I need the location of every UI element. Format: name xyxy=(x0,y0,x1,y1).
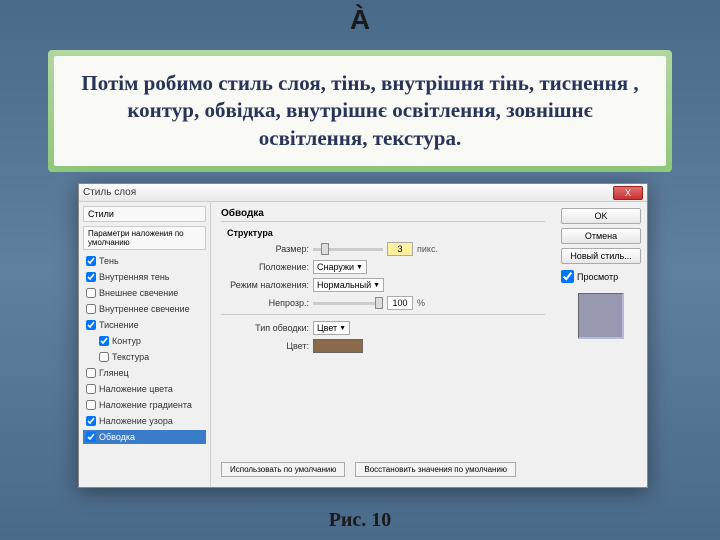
dialog-titlebar: Стиль слоя X xyxy=(79,184,647,202)
checkbox-contour[interactable] xyxy=(99,336,109,346)
group-subtitle: Структура xyxy=(227,228,545,238)
stroke-settings-panel: Обводка Структура Размер: пикс. Положени… xyxy=(211,202,555,487)
preview-thumbnail xyxy=(578,293,624,339)
style-item-bevel[interactable]: Тиснение xyxy=(83,318,206,332)
checkbox-shadow[interactable] xyxy=(86,256,96,266)
chevron-down-icon: ▼ xyxy=(373,282,380,289)
stroke-type-row: Тип обводки: Цвет ▼ xyxy=(221,321,545,335)
checkbox-satin[interactable] xyxy=(86,368,96,378)
style-item-texture[interactable]: Текстура xyxy=(83,350,206,364)
blend-label: Режим наложения: xyxy=(221,280,309,290)
color-swatch[interactable] xyxy=(313,339,363,353)
style-label: Наложение узора xyxy=(99,416,173,426)
slider-thumb-icon[interactable] xyxy=(321,243,329,255)
style-item-inner-glow[interactable]: Внутреннее свечение xyxy=(83,302,206,316)
size-input[interactable] xyxy=(387,242,413,256)
color-label: Цвет: xyxy=(221,341,309,351)
opacity-input[interactable] xyxy=(387,296,413,310)
checkbox-gradient-overlay[interactable] xyxy=(86,400,96,410)
styles-list: Стили Параметри наложения по умолчанию Т… xyxy=(79,202,211,487)
preview-checkbox[interactable] xyxy=(561,270,574,283)
checkbox-pattern-overlay[interactable] xyxy=(86,416,96,426)
blend-dropdown[interactable]: Нормальный ▼ xyxy=(313,278,384,292)
make-default-button[interactable]: Использовать по умолчанию xyxy=(221,462,345,477)
preview-toggle[interactable]: Просмотр xyxy=(561,270,641,283)
opacity-row: Непрозр.: % xyxy=(221,296,545,310)
style-label: Обводка xyxy=(99,432,135,442)
params-header[interactable]: Параметри наложения по умолчанию xyxy=(83,226,206,250)
opacity-unit: % xyxy=(417,298,425,308)
position-label: Положение: xyxy=(221,262,309,272)
position-dropdown[interactable]: Снаружи ▼ xyxy=(313,260,367,274)
dialog-title: Стиль слоя xyxy=(83,187,136,198)
style-label: Наложение цвета xyxy=(99,384,173,394)
checkbox-color-overlay[interactable] xyxy=(86,384,96,394)
style-label: Внутреннее свечение xyxy=(99,304,190,314)
instruction-text: Потім робимо стиль слоя, тінь, внутрішня… xyxy=(74,70,646,152)
size-row: Размер: пикс. xyxy=(221,242,545,256)
reset-default-button[interactable]: Восстановить значения по умолчанию xyxy=(355,462,516,477)
style-item-satin[interactable]: Глянец xyxy=(83,366,206,380)
style-item-color-overlay[interactable]: Наложение цвета xyxy=(83,382,206,396)
style-label: Тень xyxy=(99,256,119,266)
position-row: Положение: Снаружи ▼ xyxy=(221,260,545,274)
style-item-inner-shadow[interactable]: Внутренняя тень xyxy=(83,270,206,284)
instruction-banner: Потім робимо стиль слоя, тінь, внутрішня… xyxy=(48,50,672,172)
opacity-label: Непрозр.: xyxy=(221,298,309,308)
checkbox-inner-shadow[interactable] xyxy=(86,272,96,282)
opacity-slider[interactable] xyxy=(313,302,383,305)
close-button[interactable]: X xyxy=(613,186,643,200)
style-label: Тиснение xyxy=(99,320,139,330)
checkbox-texture[interactable] xyxy=(99,352,109,362)
styles-header: Стили xyxy=(83,206,206,222)
blend-value: Нормальный xyxy=(317,280,371,290)
instruction-panel: Потім робимо стиль слоя, тінь, внутрішня… xyxy=(54,56,666,166)
style-label: Наложение градиента xyxy=(99,400,192,410)
style-label: Внешнее свечение xyxy=(99,288,178,298)
figure-caption: Рис. 10 xyxy=(0,509,720,532)
divider xyxy=(221,314,545,315)
style-item-stroke[interactable]: Обводка xyxy=(83,430,206,444)
style-label: Глянец xyxy=(99,368,129,378)
position-value: Снаружи xyxy=(317,262,354,272)
size-unit: пикс. xyxy=(417,244,438,254)
stroke-type-dropdown[interactable]: Цвет ▼ xyxy=(313,321,350,335)
preview-label: Просмотр xyxy=(577,272,618,282)
layer-style-dialog: Стиль слоя X Стили Параметри наложения п… xyxy=(78,183,648,488)
style-item-contour[interactable]: Контур xyxy=(83,334,206,348)
chevron-down-icon: ▼ xyxy=(339,325,346,332)
chevron-down-icon: ▼ xyxy=(356,264,363,271)
size-label: Размер: xyxy=(221,244,309,254)
stroke-type-value: Цвет xyxy=(317,323,337,333)
color-row: Цвет: xyxy=(221,339,545,353)
style-item-gradient-overlay[interactable]: Наложение градиента xyxy=(83,398,206,412)
style-item-pattern-overlay[interactable]: Наложение узора xyxy=(83,414,206,428)
dialog-buttons-column: OK Отмена Новый стиль... Просмотр xyxy=(555,202,647,487)
group-title: Обводка xyxy=(221,208,545,219)
size-slider[interactable] xyxy=(313,248,383,251)
checkbox-bevel[interactable] xyxy=(86,320,96,330)
blend-row: Режим наложения: Нормальный ▼ xyxy=(221,278,545,292)
style-label: Контур xyxy=(112,336,141,346)
checkbox-outer-glow[interactable] xyxy=(86,288,96,298)
style-item-shadow[interactable]: Тень xyxy=(83,254,206,268)
checkbox-stroke[interactable] xyxy=(86,432,96,442)
cancel-button[interactable]: Отмена xyxy=(561,228,641,244)
style-label: Внутренняя тень xyxy=(99,272,169,282)
slider-thumb-icon[interactable] xyxy=(375,297,383,309)
stroke-type-label: Тип обводки: xyxy=(221,323,309,333)
ok-button[interactable]: OK xyxy=(561,208,641,224)
style-label: Текстура xyxy=(112,352,149,362)
new-style-button[interactable]: Новый стиль... xyxy=(561,248,641,264)
style-item-outer-glow[interactable]: Внешнее свечение xyxy=(83,286,206,300)
top-symbol: À xyxy=(0,0,720,36)
checkbox-inner-glow[interactable] xyxy=(86,304,96,314)
divider xyxy=(221,221,545,222)
